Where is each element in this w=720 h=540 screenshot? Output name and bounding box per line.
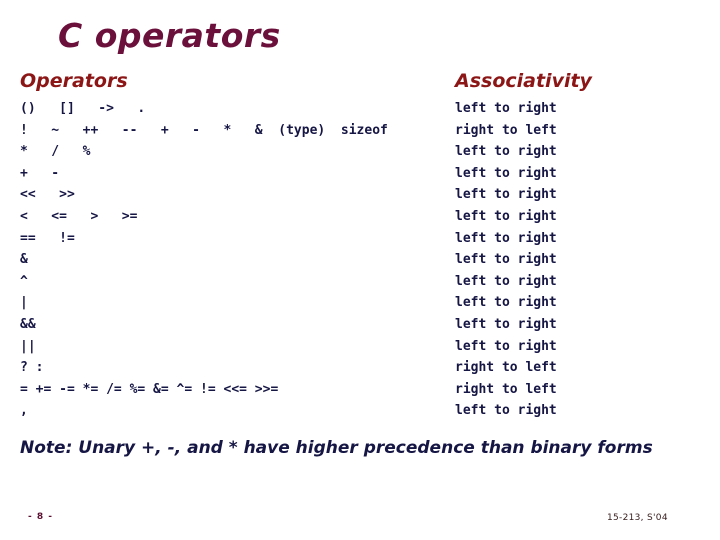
associativity-cell: left to right	[455, 165, 557, 181]
operators-cell: == !=	[20, 230, 75, 246]
operators-cell: = += -= *= /= %= &= ^= != <<= >>=	[20, 381, 279, 397]
associativity-cell: left to right	[455, 230, 557, 246]
operators-cell: < <= > >=	[20, 208, 138, 224]
table-row: + - left to right	[0, 163, 720, 185]
operators-cell: ! ~ ++ -- + - * & (type) sizeof	[20, 122, 388, 138]
associativity-cell: left to right	[455, 403, 557, 419]
associativity-cell: left to right	[455, 101, 557, 116]
operators-cell: |	[20, 295, 28, 311]
table-row: | left to right	[0, 292, 720, 314]
table-row: || left to right	[0, 336, 720, 358]
operators-cell: + -	[20, 165, 60, 181]
operators-cell: &	[20, 252, 28, 268]
table-row: == != left to right	[0, 228, 720, 250]
column-header-operators: Operators	[20, 70, 128, 92]
operators-cell: ? :	[20, 360, 44, 376]
slide-number: - 8 -	[28, 512, 53, 522]
associativity-cell: left to right	[455, 208, 557, 224]
table-row: () [] -> . left to right	[0, 98, 720, 120]
table-row: && left to right	[0, 314, 720, 336]
precedence-note: Note: Unary +, -, and * have higher prec…	[20, 438, 653, 458]
operator-precedence-table: () [] -> . left to right ! ~ ++ -- + - *…	[0, 98, 720, 422]
associativity-cell: left to right	[455, 295, 557, 311]
associativity-cell: left to right	[455, 144, 557, 160]
associativity-cell: left to right	[455, 187, 557, 203]
operators-cell: &&	[20, 316, 36, 332]
associativity-cell: left to right	[455, 316, 557, 332]
operators-cell: ,	[20, 403, 28, 419]
table-row: << >> left to right	[0, 184, 720, 206]
associativity-cell: left to right	[455, 338, 557, 354]
table-row: ! ~ ++ -- + - * & (type) sizeof right to…	[0, 120, 720, 142]
associativity-cell: left to right	[455, 273, 557, 289]
operators-cell: () [] -> .	[20, 101, 146, 116]
operators-cell: ||	[20, 338, 36, 354]
table-row: < <= > >= left to right	[0, 206, 720, 228]
slide: C operators Operators Associativity () […	[0, 0, 720, 540]
course-footer: 15-213, S'04	[607, 513, 668, 523]
table-row: & left to right	[0, 249, 720, 271]
table-row: ? : right to left	[0, 357, 720, 379]
operators-cell: * / %	[20, 144, 91, 160]
operators-cell: << >>	[20, 187, 75, 203]
associativity-cell: right to left	[455, 122, 557, 138]
table-row: = += -= *= /= %= &= ^= != <<= >>= right …	[0, 379, 720, 401]
associativity-cell: right to left	[455, 360, 557, 376]
operators-cell: ^	[20, 273, 28, 289]
table-row: * / % left to right	[0, 141, 720, 163]
page-title: C operators	[58, 16, 281, 55]
table-row: , left to right	[0, 400, 720, 422]
column-header-associativity: Associativity	[455, 70, 592, 92]
associativity-cell: right to left	[455, 381, 557, 397]
table-row: ^ left to right	[0, 271, 720, 293]
associativity-cell: left to right	[455, 252, 557, 268]
